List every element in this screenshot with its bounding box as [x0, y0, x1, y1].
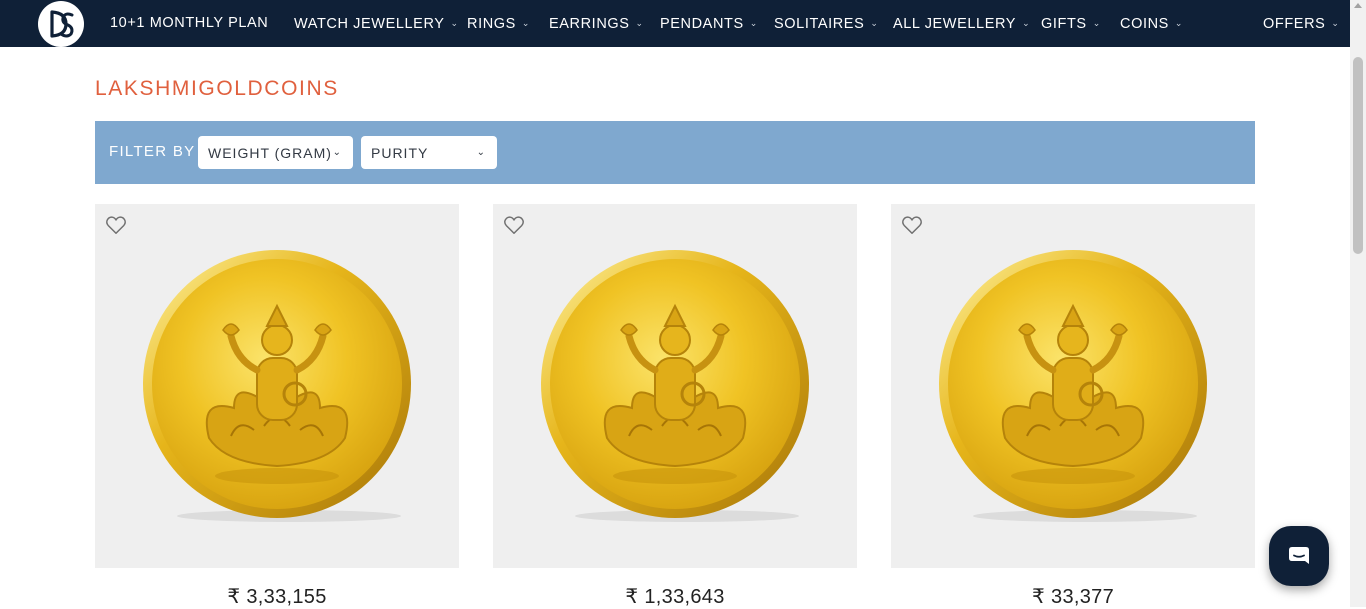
nav-item-label: 10+1 MONTHLY PLAN — [110, 15, 269, 31]
nav-item-label: GIFTS — [1041, 16, 1087, 32]
nav-item-gifts[interactable]: GIFTS ⌄ — [1041, 0, 1101, 47]
product-card[interactable] — [493, 204, 857, 568]
lakshmi-gold-coin-image — [939, 250, 1207, 522]
lakshmi-gold-coin-image — [143, 250, 411, 522]
page-scrollbar[interactable] — [1350, 0, 1366, 607]
chevron-down-icon: ⌄ — [521, 18, 531, 28]
chevron-down-icon: ⌄ — [1174, 18, 1184, 28]
purity-filter-label: PURITY — [371, 145, 429, 161]
product-card[interactable] — [891, 204, 1255, 568]
logo-icon — [39, 2, 83, 46]
price-value: 1,33,643 — [644, 586, 725, 608]
heart-outline-icon[interactable] — [901, 214, 923, 236]
nav-item-label: SOLITAIRES — [774, 16, 865, 32]
nav-item-coins[interactable]: COINS ⌄ — [1120, 0, 1183, 47]
product-card[interactable] — [95, 204, 459, 568]
heart-outline-icon[interactable] — [503, 214, 525, 236]
chevron-down-icon: ⌄ — [1092, 18, 1101, 28]
nav-item-earrings[interactable]: EARRINGS ⌄ — [549, 0, 644, 47]
nav-item-watch-jewellery[interactable]: WATCH JEWELLERY ⌄ — [294, 0, 459, 47]
nav-item-label: RINGS — [467, 16, 516, 32]
chevron-down-icon: ⌄ — [749, 18, 758, 28]
chevron-down-icon: ⌄ — [1331, 18, 1340, 28]
nav-item-label: WATCH JEWELLERY — [294, 16, 445, 32]
filter-label: FILTER BY — [109, 143, 196, 160]
weight-filter-label: WEIGHT (GRAM) — [208, 145, 332, 161]
scrollbar-thumb[interactable] — [1353, 57, 1363, 254]
chevron-down-icon: ⌄ — [450, 18, 459, 28]
nav-item-rings[interactable]: RINGS ⌄ — [467, 0, 530, 47]
weight-filter-select[interactable]: WEIGHT (GRAM) ⌄ — [198, 136, 353, 169]
chat-button[interactable] — [1269, 526, 1329, 586]
nav-item-offers[interactable]: OFFERS ⌄ — [1263, 0, 1340, 47]
scroll-up-arrow-icon[interactable] — [1354, 3, 1362, 8]
nav-item-label: COINS — [1120, 16, 1169, 32]
rupee-symbol: ₹ — [227, 586, 241, 608]
nav-item-label: OFFERS — [1263, 16, 1326, 32]
chevron-down-icon: ⌄ — [870, 18, 879, 28]
nav-item-all-jewellery[interactable]: ALL JEWELLERY ⌄ — [893, 0, 1030, 47]
nav-item-label: PENDANTS — [660, 16, 744, 32]
heart-outline-icon[interactable] — [105, 214, 127, 236]
brand-logo[interactable] — [38, 1, 84, 47]
lakshmi-gold-coin-image — [541, 250, 809, 522]
chevron-down-icon: ⌄ — [1022, 18, 1031, 28]
product-price: ₹33,377 — [891, 584, 1255, 609]
filter-bar: FILTER BY WEIGHT (GRAM) ⌄ PURITY ⌄ — [95, 121, 1255, 184]
top-navigation: 10+1 MONTHLY PLAN WATCH JEWELLERY ⌄ RINGS… — [0, 0, 1350, 47]
nav-item-label: ALL JEWELLERY — [893, 16, 1017, 32]
chat-bubble-icon — [1289, 547, 1309, 564]
price-value: 3,33,155 — [246, 586, 327, 608]
product-price: ₹3,33,155 — [95, 584, 459, 609]
purity-filter-select[interactable]: PURITY ⌄ — [361, 136, 497, 169]
product-price: ₹1,33,643 — [493, 584, 857, 609]
nav-item-pendants[interactable]: PENDANTS ⌄ — [660, 0, 758, 47]
chevron-down-icon: ⌄ — [635, 18, 644, 28]
chevron-down-icon: ⌄ — [332, 147, 342, 158]
price-value: 33,377 — [1051, 586, 1114, 608]
nav-item-solitaires[interactable]: SOLITAIRES ⌄ — [774, 0, 879, 47]
rupee-symbol: ₹ — [625, 586, 639, 608]
page-title: LAKSHMIGOLDCOINS — [95, 77, 339, 100]
rupee-symbol: ₹ — [1031, 586, 1046, 608]
chevron-down-icon: ⌄ — [476, 147, 486, 158]
nav-item-label: EARRINGS — [549, 16, 630, 32]
nav-item-monthly-plan[interactable]: 10+1 MONTHLY PLAN — [110, 0, 268, 47]
